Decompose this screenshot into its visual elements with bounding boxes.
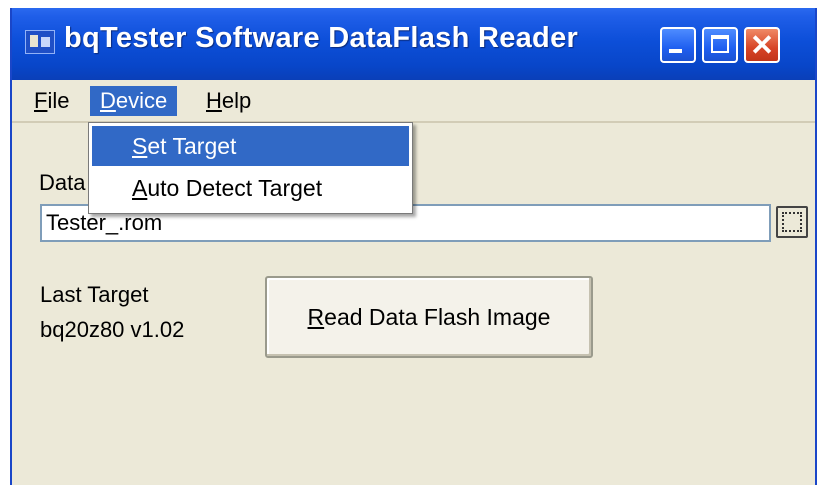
application-icon[interactable] bbox=[25, 30, 55, 54]
window-title: bqTester Software DataFlash Reader bbox=[64, 22, 579, 54]
maximize-icon bbox=[711, 35, 729, 53]
last-target-value: bq20z80 v1.02 bbox=[40, 317, 185, 342]
maximize-button[interactable] bbox=[702, 27, 738, 63]
menu-file[interactable]: File bbox=[30, 86, 73, 116]
close-button[interactable]: ✕ bbox=[744, 27, 780, 63]
app-window: bqTester Software DataFlash Reader ✕ Fil… bbox=[10, 8, 817, 485]
minimize-button[interactable] bbox=[660, 27, 696, 63]
last-target-label: Last Target bbox=[40, 282, 149, 307]
menu-item-set-target[interactable]: Set Target bbox=[92, 126, 409, 166]
browse-button[interactable] bbox=[776, 206, 808, 238]
title-bar[interactable]: bqTester Software DataFlash Reader ✕ bbox=[12, 8, 815, 80]
menu-bar: File Device Help bbox=[12, 80, 815, 122]
device-dropdown-menu: Set Target Auto Detect Target bbox=[88, 122, 413, 214]
minimize-icon bbox=[669, 49, 682, 53]
browse-icon bbox=[782, 212, 802, 232]
read-data-flash-button[interactable]: Read Data Flash Image bbox=[265, 276, 593, 358]
menu-help[interactable]: Help bbox=[202, 86, 255, 116]
data-file-label: Data bbox=[39, 170, 86, 195]
menu-device[interactable]: Device bbox=[90, 86, 178, 116]
close-icon: ✕ bbox=[749, 30, 775, 62]
menu-item-auto-detect-target[interactable]: Auto Detect Target bbox=[92, 168, 409, 208]
